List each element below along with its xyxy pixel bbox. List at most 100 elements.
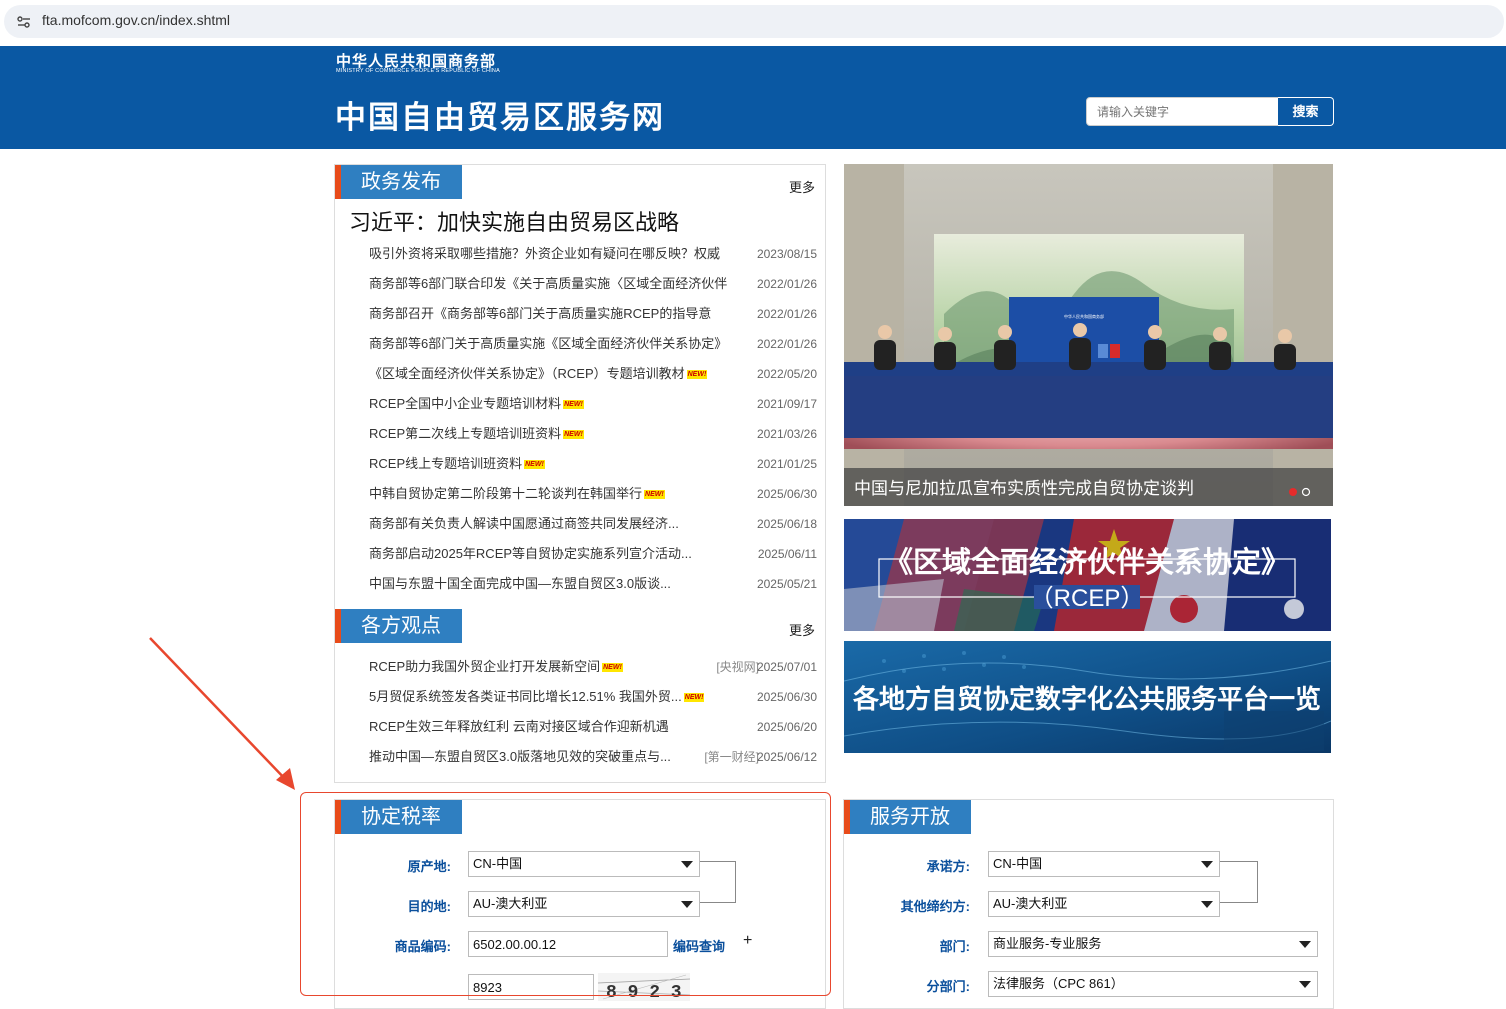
views-title[interactable]: RCEP助力我国外贸企业打开发展新空间 NEW! bbox=[369, 652, 623, 682]
committer-select[interactable]: CN-中国 bbox=[988, 851, 1220, 877]
gov-news-row[interactable]: 中国与东盟十国全面完成中国—东盟自贸区3.0版谈... 2025/05/21 bbox=[369, 569, 817, 599]
views-title: 各方观点 bbox=[335, 609, 462, 643]
gov-news-title[interactable]: 商务部有关负责人解读中国愿通过商签共同发展经济... bbox=[369, 509, 679, 539]
ministry-logo-en: MINISTRY OF COMMERCE PEOPLE'S REPUBLIC O… bbox=[336, 68, 500, 74]
views-date: 2025/06/12 bbox=[756, 750, 817, 764]
views-panel: 各方观点 更多 RCEP助力我国外贸企业打开发展新空间 NEW! [央视网] 2025… bbox=[334, 608, 826, 783]
chevron-down-icon bbox=[1201, 901, 1213, 908]
rcep-banner[interactable]: 《区域全面经济伙伴关系协定》 （RCEP） bbox=[844, 519, 1331, 631]
gov-news-title[interactable]: 商务部等6部门联合印发《关于高质量实施〈区域全面经济伙伴 bbox=[369, 269, 727, 299]
conference-photo: 中华人民共和国商务部 中国与尼加拉瓜宣布实质性完成自贸协定谈判 bbox=[844, 164, 1333, 506]
platform-banner[interactable]: 各地方自贸协定数字化公共服务平台一览 bbox=[844, 641, 1331, 753]
gov-news-date: 2025/06/30 bbox=[756, 487, 817, 501]
rcep-flags-graphic: 《区域全面经济伙伴关系协定》 （RCEP） bbox=[844, 519, 1331, 631]
views-row[interactable]: 推动中国—东盟自贸区3.0版落地见效的突破重点与... [第一财经] 2025/06… bbox=[369, 742, 817, 772]
gov-news-row[interactable]: RCEP第二次线上专题培训班资料 NEW! 2021/03/26 bbox=[369, 419, 817, 449]
views-title[interactable]: 5月贸促系统签发各类证书同比增长12.51% 我国外贸... NEW! bbox=[369, 682, 705, 712]
new-badge-icon: NEW! bbox=[563, 430, 584, 439]
views-date: 2025/06/20 bbox=[756, 720, 817, 734]
gov-news-row[interactable]: 《区域全面经济伙伴关系协定》（RCEP）专题培训教材 NEW! 2022/05/20 bbox=[369, 359, 817, 389]
gov-news-date: 2025/05/21 bbox=[756, 577, 817, 591]
gov-news-date: 2025/06/18 bbox=[756, 517, 817, 531]
gov-news-more-link[interactable]: 更多 bbox=[789, 177, 815, 196]
subdepartment-select[interactable]: 法律服务（CPC 861） bbox=[988, 971, 1318, 997]
search-button[interactable]: 搜索 bbox=[1278, 97, 1334, 126]
news-carousel[interactable]: 中华人民共和国商务部 中国与尼加拉瓜宣布实质性完成自贸协定谈判 bbox=[844, 164, 1333, 506]
gov-news-date: 2025/06/11 bbox=[757, 547, 817, 561]
views-title[interactable]: RCEP生效三年释放红利 云南对接区域合作迎新机遇 bbox=[369, 712, 669, 742]
chevron-down-icon bbox=[1201, 861, 1213, 868]
gov-news-title[interactable]: 吸引外资将采取哪些措施？外资企业如有疑问在哪反映？权威 bbox=[369, 239, 720, 269]
gov-news-title[interactable]: RCEP线上专题培训班资料 NEW! bbox=[369, 449, 545, 479]
gov-news-title[interactable]: 商务部召开《商务部等6部门关于高质量实施RCEP的指导意 bbox=[369, 299, 711, 329]
committer-label: 承诺方: bbox=[926, 859, 970, 874]
subdepartment-value: 法律服务（CPC 861） bbox=[993, 976, 1124, 991]
gov-news-row[interactable]: 商务部等6部门联合印发《关于高质量实施〈区域全面经济伙伴 2022/01/26 bbox=[369, 269, 817, 299]
new-badge-icon: NEW! bbox=[563, 400, 584, 409]
other-party-value: AU-澳大利亚 bbox=[993, 896, 1068, 911]
gov-news-title[interactable]: 中国与东盟十国全面完成中国—东盟自贸区3.0版谈... bbox=[369, 569, 671, 599]
digital-platform-graphic: 各地方自贸协定数字化公共服务平台一览 bbox=[844, 641, 1331, 753]
other-party-select[interactable]: AU-澳大利亚 bbox=[988, 891, 1220, 917]
gov-news-row[interactable]: 商务部启动2025年RCEP等自贸协定实施系列宣介活动... 2025/06/11 bbox=[369, 539, 817, 569]
rcep-banner-title: 《区域全面经济伙伴关系协定》 bbox=[884, 545, 1290, 579]
committer-value: CN-中国 bbox=[993, 856, 1043, 871]
carousel-dot-1[interactable] bbox=[1289, 488, 1297, 496]
views-more-link[interactable]: 更多 bbox=[789, 620, 815, 639]
gov-news-date: 2021/01/25 bbox=[756, 457, 817, 471]
gov-news-date: 2023/08/15 bbox=[756, 247, 817, 261]
views-date: 2025/07/01 bbox=[756, 660, 817, 674]
views-row[interactable]: RCEP生效三年释放红利 云南对接区域合作迎新机遇 2025/06/20 bbox=[369, 712, 817, 742]
gov-news-date: 2021/09/17 bbox=[756, 397, 817, 411]
services-title: 服务开放 bbox=[844, 800, 971, 834]
gov-news-headline[interactable]: 习近平：加快实施自由贸易区战略 bbox=[349, 205, 679, 237]
gov-news-title[interactable]: 中韩自贸协定第二阶段第十二轮谈判在韩国举行 NEW! bbox=[369, 479, 665, 509]
chevron-down-icon bbox=[1299, 941, 1311, 948]
views-title[interactable]: 推动中国—东盟自贸区3.0版落地见效的突破重点与... bbox=[369, 742, 671, 772]
views-source: [央视网] bbox=[716, 660, 759, 674]
gov-news-row[interactable]: RCEP线上专题培训班资料 NEW! 2021/01/25 bbox=[369, 449, 817, 479]
new-badge-icon: NEW! bbox=[524, 460, 545, 469]
gov-news-date: 2022/01/26 bbox=[756, 277, 817, 291]
views-row[interactable]: 5月贸促系统签发各类证书同比增长12.51% 我国外贸... NEW! 2025/0… bbox=[369, 682, 817, 712]
gov-news-title: 政务发布 bbox=[335, 165, 462, 199]
other-party-label: 其他缔约方: bbox=[900, 899, 970, 914]
department-label: 部门: bbox=[939, 939, 970, 954]
annotation-highlight-box bbox=[300, 792, 831, 996]
gov-news-title[interactable]: 商务部启动2025年RCEP等自贸协定实施系列宣介活动... bbox=[369, 539, 692, 569]
site-title[interactable]: 中国自由贸易区服务网 bbox=[335, 92, 665, 137]
gov-news-row[interactable]: 商务部召开《商务部等6部门关于高质量实施RCEP的指导意 2022/01/26 bbox=[369, 299, 817, 329]
rcep-banner-subtitle: （RCEP） bbox=[1030, 585, 1145, 612]
address-url[interactable]: fta.mofcom.gov.cn/index.shtml bbox=[42, 12, 230, 28]
gov-news-date: 2022/05/20 bbox=[756, 367, 817, 381]
browser-bar: fta.mofcom.gov.cn/index.shtml bbox=[0, 0, 1506, 46]
address-field[interactable]: fta.mofcom.gov.cn/index.shtml bbox=[4, 5, 1504, 38]
site-header: 中华人民共和国商务部 MINISTRY OF COMMERCE PEOPLE'S… bbox=[0, 46, 1506, 149]
new-badge-icon: NEW! bbox=[644, 490, 665, 499]
backdrop-text: 中华人民共和国商务部 bbox=[1064, 313, 1104, 319]
gov-news-title[interactable]: 《区域全面经济伙伴关系协定》（RCEP）专题培训教材 NEW! bbox=[369, 359, 708, 389]
views-date: 2025/06/30 bbox=[756, 690, 817, 704]
carousel-caption[interactable]: 中国与尼加拉瓜宣布实质性完成自贸协定谈判 bbox=[854, 479, 1194, 498]
views-source: [第一财经] bbox=[704, 750, 759, 764]
gov-news-row[interactable]: RCEP全国中小企业专题培训材料 NEW! 2021/09/17 bbox=[369, 389, 817, 419]
gov-news-title[interactable]: RCEP全国中小企业专题培训材料 NEW! bbox=[369, 389, 584, 419]
gov-news-row[interactable]: 中韩自贸协定第二阶段第十二轮谈判在韩国举行 NEW! 2025/06/30 bbox=[369, 479, 817, 509]
swap-bracket[interactable] bbox=[1220, 861, 1258, 903]
gov-news-row[interactable]: 商务部有关负责人解读中国愿通过商签共同发展经济... 2025/06/18 bbox=[369, 509, 817, 539]
gov-news-row[interactable]: 吸引外资将采取哪些措施？外资企业如有疑问在哪反映？权威 2023/08/15 bbox=[369, 239, 817, 269]
gov-news-date: 2021/03/26 bbox=[756, 427, 817, 441]
gov-news-title[interactable]: 商务部等6部门关于高质量实施《区域全面经济伙伴关系协定》 bbox=[369, 329, 727, 359]
views-row[interactable]: RCEP助力我国外贸企业打开发展新空间 NEW! [央视网] 2025/07/01 bbox=[369, 652, 817, 682]
search-input[interactable] bbox=[1086, 97, 1279, 126]
gov-news-panel: 政务发布 更多 习近平：加快实施自由贸易区战略 吸引外资将采取哪些措施？外资企业… bbox=[334, 164, 826, 608]
chevron-down-icon bbox=[1299, 981, 1311, 988]
department-select[interactable]: 商业服务-专业服务 bbox=[988, 931, 1318, 957]
tune-icon[interactable] bbox=[16, 14, 32, 30]
new-badge-icon: NEW! bbox=[683, 693, 705, 702]
platform-banner-title: 各地方自贸协定数字化公共服务平台一览 bbox=[852, 684, 1321, 714]
services-panel: 服务开放 承诺方: CN-中国 其他缔约方: AU-澳大利亚 部门: 商业服务-… bbox=[843, 799, 1334, 1009]
new-badge-icon: NEW! bbox=[602, 663, 623, 672]
gov-news-row[interactable]: 商务部等6部门关于高质量实施《区域全面经济伙伴关系协定》 2022/01/26 bbox=[369, 329, 817, 359]
gov-news-title[interactable]: RCEP第二次线上专题培训班资料 NEW! bbox=[369, 419, 584, 449]
